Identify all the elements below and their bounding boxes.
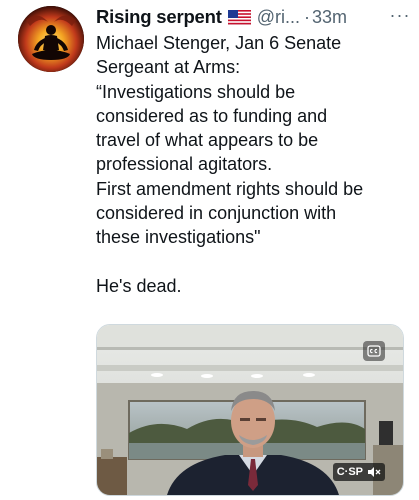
separator-dot: · (303, 6, 310, 27)
tweet-text-line: these investigations" (96, 227, 261, 248)
tweet-text-line: considered in conjunction with (96, 203, 337, 224)
tweet-text: Michael Stenger, Jan 6 Senate Sergeant a… (96, 31, 411, 298)
tweet-text-line: Michael Stenger, Jan 6 Senate (96, 33, 342, 53)
tweet-text-line: professional agitators. (96, 154, 273, 175)
closed-captions-icon[interactable] (363, 341, 385, 361)
timestamp[interactable]: 33m (312, 7, 347, 28)
muted-speaker-icon[interactable] (367, 466, 381, 478)
cspan-logo: C·SP (332, 463, 385, 481)
us-flag-icon (227, 9, 251, 25)
tweet-text-line: Sergeant at Arms: (96, 57, 241, 78)
meditating-figure-avatar-icon (18, 6, 84, 72)
tweet-text-line: “Investigations should be (96, 81, 296, 102)
tweet-text-line: considered as to funding and (96, 105, 328, 126)
tweet-header: Rising serpent @ri... · 33m (96, 4, 411, 30)
author-handle[interactable]: @ri... (257, 7, 300, 28)
cspan-logo-text: C·SP (336, 466, 363, 478)
tweet-text-line: travel of what appears to be (96, 130, 319, 151)
video-player[interactable]: C·SP (96, 324, 404, 496)
tweet-closing-line: He's dead. (96, 275, 182, 296)
tweet-text-line: First amendment rights should be (96, 178, 364, 199)
avatar[interactable] (18, 6, 84, 72)
author-name[interactable]: Rising serpent (96, 6, 222, 28)
more-options-icon[interactable]: ··· (389, 4, 411, 26)
